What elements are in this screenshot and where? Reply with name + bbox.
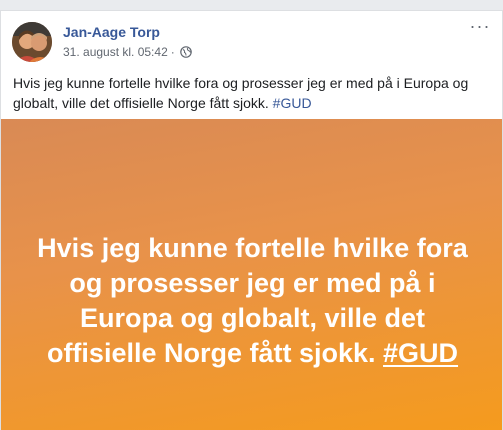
post-timestamp[interactable]: 31. august kl. 05:42 [63,45,168,59]
globe-icon[interactable] [179,46,192,58]
post-text: Hvis jeg kunne fortelle hvilke fora og p… [13,73,493,113]
background-hashtag-link[interactable]: #GUD [383,338,458,368]
author-avatar[interactable] [12,22,52,62]
post-text-body: Hvis jeg kunne fortelle hvilke fora og p… [13,75,469,111]
facebook-post: Jan-Aage Torp 31. august kl. 05:42 · ···… [0,10,503,430]
more-options-icon[interactable]: ··· [468,17,492,39]
avatar-photo-icon [12,22,52,62]
post-header: Jan-Aage Torp 31. august kl. 05:42 · ··· [1,11,502,69]
meta-separator: · [170,45,175,59]
post-hashtag-link[interactable]: #GUD [273,95,312,111]
post-meta: 31. august kl. 05:42 · [63,45,192,59]
colored-background-post: Hvis jeg kunne fortelle hvilke fora og p… [1,119,502,430]
author-name-link[interactable]: Jan-Aage Torp [63,24,160,40]
background-post-text: Hvis jeg kunne fortelle hvilke fora og p… [23,231,483,371]
